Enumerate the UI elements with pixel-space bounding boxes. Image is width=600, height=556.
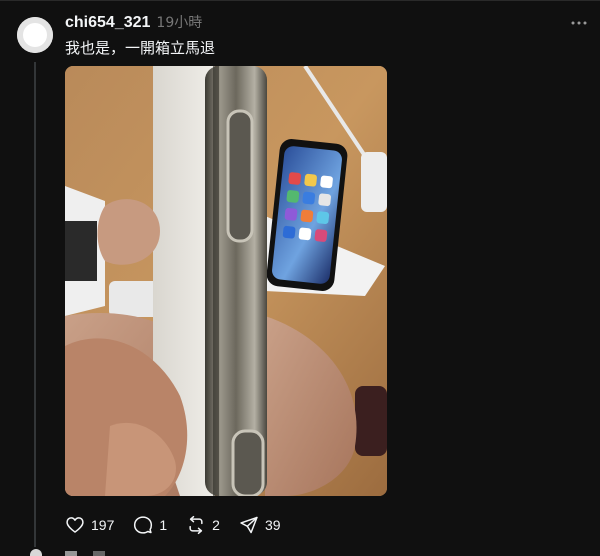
photo-illustration: [65, 66, 387, 496]
post-text: 我也是，一開箱立馬退: [65, 39, 216, 57]
more-horizontal-icon: [571, 21, 587, 25]
default-avatar-icon: [17, 17, 53, 53]
reply-count: 1: [159, 517, 168, 533]
more-options-button[interactable]: [567, 14, 591, 32]
timestamp[interactable]: 19小時: [156, 12, 202, 32]
thread-post: chi654_321 19小時 我也是，一開箱立馬退 197 1 2 39: [0, 0, 600, 556]
like-count: 197: [91, 517, 115, 533]
next-post-header-peek: [65, 551, 205, 556]
reply-button[interactable]: 1: [133, 515, 167, 535]
repost-arrows-icon: [189, 515, 203, 535]
share-button[interactable]: 39: [239, 515, 281, 535]
next-post-avatar-peek: [30, 549, 42, 556]
comment-bubble-icon: [134, 516, 153, 534]
post-header: chi654_321 19小時: [65, 12, 202, 34]
send-paper-plane-icon: [240, 516, 258, 534]
repost-count: 2: [212, 517, 220, 533]
username[interactable]: chi654_321: [65, 14, 150, 32]
post-actions: 197 1 2 39: [65, 512, 300, 538]
post-photo[interactable]: [65, 66, 387, 496]
thread-line: [34, 62, 36, 547]
heart-icon: [66, 517, 84, 533]
like-button[interactable]: 197: [65, 515, 114, 535]
share-count: 39: [264, 517, 281, 533]
avatar[interactable]: [17, 17, 53, 53]
repost-button[interactable]: 2: [186, 515, 220, 535]
